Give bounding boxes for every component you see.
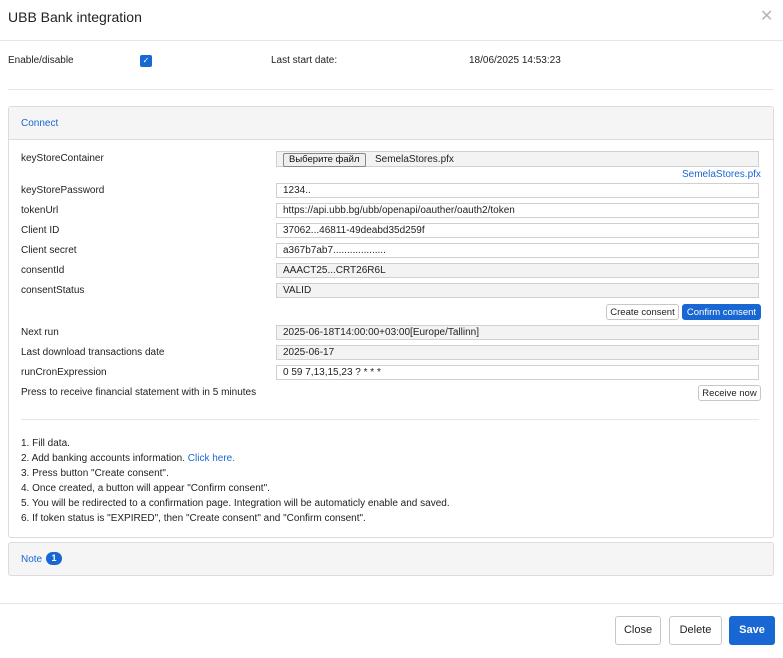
consent-id-label: consentId xyxy=(21,265,65,276)
last-start-value: 18/06/2025 14:53:23 xyxy=(469,55,561,66)
instruction-step-6: 6. If token status is "EXPIRED", then "C… xyxy=(21,513,366,524)
consent-status-label: consentStatus xyxy=(21,285,85,296)
instruction-step-2-text: 2. Add banking accounts information. xyxy=(21,453,188,464)
client-secret-input[interactable]: a367b7ab7................... xyxy=(276,243,759,258)
divider xyxy=(21,419,759,420)
instruction-step-5: 5. You will be redirected to a confirmat… xyxy=(21,498,450,509)
connect-toggle-link[interactable]: Connect xyxy=(21,118,58,129)
delete-button[interactable]: Delete xyxy=(669,616,722,645)
receive-now-button[interactable]: Receive now xyxy=(698,385,761,401)
enable-checkbox[interactable]: ✓ xyxy=(140,55,152,67)
connect-panel-header[interactable]: Connect xyxy=(9,107,773,140)
client-id-label: Client ID xyxy=(21,225,60,236)
last-download-label: Last download transactions date xyxy=(21,347,165,358)
instruction-step-1: 1. Fill data. xyxy=(21,438,70,449)
keystore-file-link[interactable]: SemelaStores.pfx xyxy=(682,169,761,180)
modal-title: UBB Bank integration xyxy=(8,9,142,25)
client-id-input[interactable]: 37062...46811-49deabd35d259f xyxy=(276,223,759,238)
create-consent-button[interactable]: Create consent xyxy=(606,304,679,320)
keystore-password-label: keyStorePassword xyxy=(21,185,105,196)
instruction-step-2: 2. Add banking accounts information. Cli… xyxy=(21,453,235,464)
cron-label: runCronExpression xyxy=(21,367,107,378)
client-secret-label: Client secret xyxy=(21,245,77,256)
last-download-input: 2025-06-17 xyxy=(276,345,759,360)
confirm-consent-button[interactable]: Confirm consent xyxy=(682,304,761,320)
keystore-password-input[interactable]: 1234.. xyxy=(276,183,759,198)
modal-footer: Close Delete Save xyxy=(0,603,783,658)
connect-panel: Connect keyStoreContainer Выберите файл … xyxy=(8,106,774,538)
token-url-label: tokenUrl xyxy=(21,205,59,216)
next-run-input: 2025-06-18T14:00:00+03:00[Europe/Tallinn… xyxy=(276,325,759,340)
instruction-step-4: 4. Once created, a button will appear "C… xyxy=(21,483,270,494)
note-count-badge: 1 xyxy=(46,552,62,565)
last-start-label: Last start date: xyxy=(271,55,338,66)
choose-file-button[interactable]: Выберите файл xyxy=(283,153,366,167)
save-button[interactable]: Save xyxy=(729,616,775,645)
keystore-container-label: keyStoreContainer xyxy=(21,153,104,164)
receive-statement-text: Press to receive financial statement wit… xyxy=(21,387,257,398)
consent-status-input: VALID xyxy=(276,283,759,298)
next-run-label: Next run xyxy=(21,327,59,338)
chosen-file-name: SemelaStores.pfx xyxy=(375,154,454,165)
divider xyxy=(8,89,774,90)
note-toggle-link[interactable]: Note xyxy=(21,554,42,565)
modal-header: UBB Bank integration ✕ xyxy=(0,0,783,41)
cron-input[interactable]: 0 59 7,13,15,23 ? * * * xyxy=(276,365,759,380)
note-panel-header[interactable]: Note 1 xyxy=(8,542,774,576)
enable-label: Enable/disable xyxy=(8,55,74,66)
close-button[interactable]: Close xyxy=(615,616,661,645)
integration-modal: UBB Bank integration ✕ Enable/disable ✓ … xyxy=(0,0,783,658)
instruction-step-3: 3. Press button "Create consent". xyxy=(21,468,169,479)
keystore-file-input[interactable]: Выберите файл SemelaStores.pfx xyxy=(276,151,759,167)
bank-accounts-link[interactable]: Click here. xyxy=(188,453,235,464)
token-url-input[interactable]: https://api.ubb.bg/ubb/openapi/oauther/o… xyxy=(276,203,759,218)
close-icon[interactable]: ✕ xyxy=(760,6,773,26)
consent-id-input: AAACT25...CRT26R6L xyxy=(276,263,759,278)
